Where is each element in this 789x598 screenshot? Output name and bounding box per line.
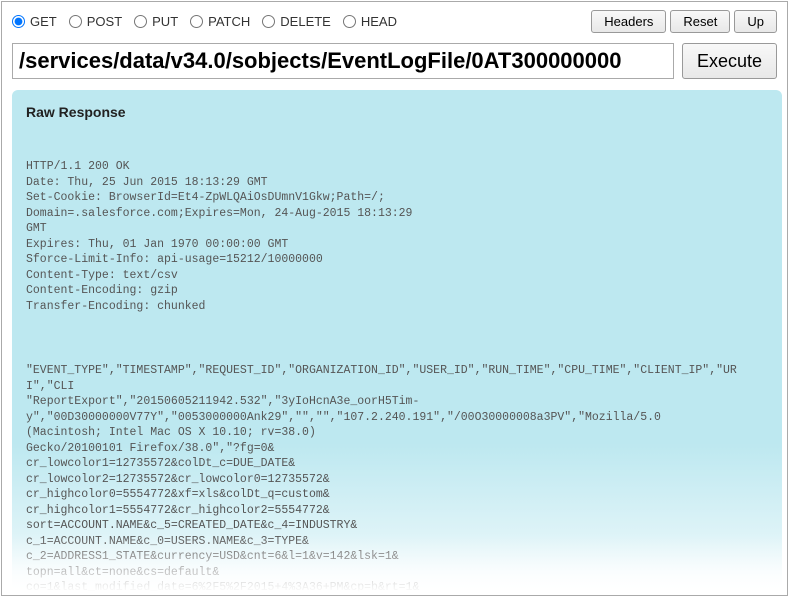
http-method-group: GET POST PUT PATCH DELETE HEAD [12, 14, 587, 29]
method-head[interactable]: HEAD [343, 14, 397, 29]
method-put[interactable]: PUT [134, 14, 178, 29]
reset-button[interactable]: Reset [670, 10, 730, 33]
up-button[interactable]: Up [734, 10, 777, 33]
execute-button[interactable]: Execute [682, 43, 777, 79]
method-delete-label: DELETE [280, 14, 331, 29]
method-get[interactable]: GET [12, 14, 57, 29]
raw-response-headers: HTTP/1.1 200 OK Date: Thu, 25 Jun 2015 1… [26, 159, 768, 314]
method-head-label: HEAD [361, 14, 397, 29]
raw-response-body: "EVENT_TYPE","TIMESTAMP","REQUEST_ID","O… [26, 363, 768, 595]
method-post-label: POST [87, 14, 122, 29]
method-get-radio[interactable] [12, 15, 25, 28]
headers-button[interactable]: Headers [591, 10, 666, 33]
method-post[interactable]: POST [69, 14, 122, 29]
method-head-radio[interactable] [343, 15, 356, 28]
url-input[interactable] [12, 43, 674, 79]
method-get-label: GET [30, 14, 57, 29]
method-put-label: PUT [152, 14, 178, 29]
method-post-radio[interactable] [69, 15, 82, 28]
raw-response-text[interactable]: HTTP/1.1 200 OK Date: Thu, 25 Jun 2015 1… [26, 128, 768, 595]
method-patch[interactable]: PATCH [190, 14, 250, 29]
raw-response-title: Raw Response [26, 104, 768, 120]
method-put-radio[interactable] [134, 15, 147, 28]
raw-response-panel: Raw Response HTTP/1.1 200 OK Date: Thu, … [12, 90, 782, 595]
method-delete-radio[interactable] [262, 15, 275, 28]
method-delete[interactable]: DELETE [262, 14, 331, 29]
method-patch-radio[interactable] [190, 15, 203, 28]
method-patch-label: PATCH [208, 14, 250, 29]
